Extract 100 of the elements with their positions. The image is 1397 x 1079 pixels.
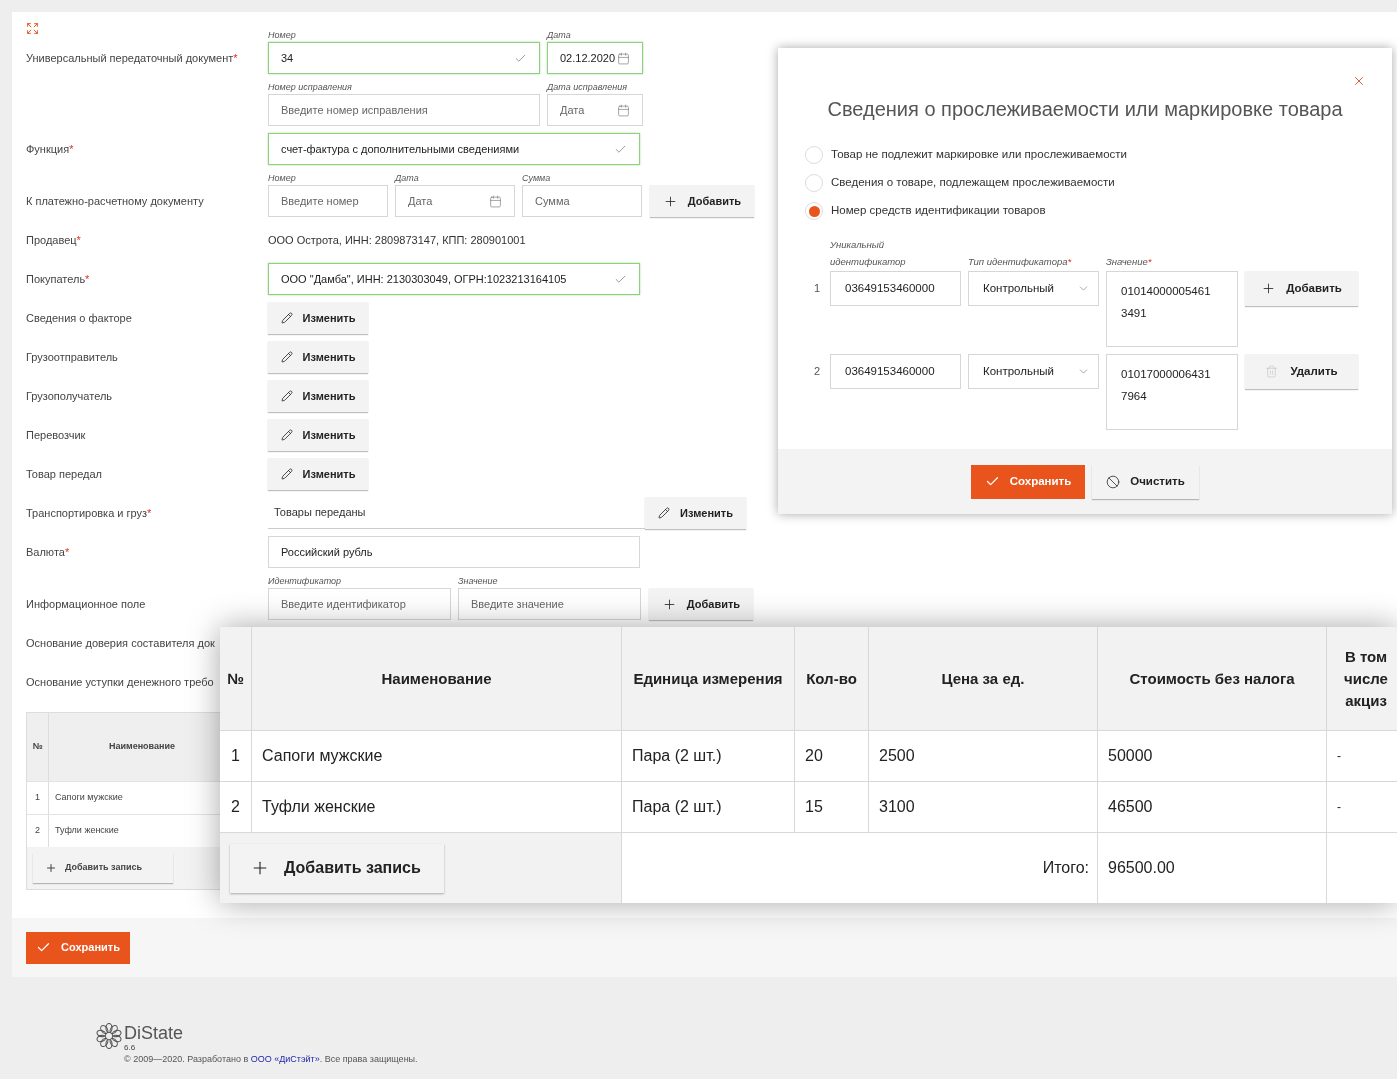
plus-icon (662, 193, 678, 209)
brand-name: DiState (124, 1023, 185, 1043)
plus-icon (661, 596, 677, 612)
calendar-icon (617, 103, 630, 117)
pencil-icon (280, 468, 293, 480)
field-caption: Номер исправления (268, 81, 353, 94)
field-label: Грузоотправитель (26, 349, 118, 365)
select-field[interactable]: Контрольный (968, 354, 1099, 389)
input-field[interactable]: 03649153460000 (830, 271, 961, 306)
input-field[interactable]: Сумма (522, 185, 642, 217)
field-label: Функция* (26, 141, 74, 157)
total-label: Итого: (1042, 858, 1089, 878)
input-field[interactable]: ООО "Дамба", ИНН: 2130303049, ОГРН:1023213164105 (268, 263, 640, 295)
column-header: Стоимость без налога (1129, 668, 1295, 689)
input-field[interactable]: Введите номер (268, 185, 388, 217)
column-header: Наименование (109, 740, 175, 754)
column-header: Наименование (381, 668, 492, 689)
edit-button[interactable]: Изменить (645, 497, 746, 529)
field-label: Универсальный передаточный документ* (26, 50, 238, 66)
date-field[interactable]: Дата (395, 185, 515, 217)
column-caption: Уникальный идентификатор (830, 238, 907, 269)
add-button[interactable]: Добавить (650, 185, 754, 217)
table-cell-text: 2500 (879, 746, 915, 766)
field-label: Транспортировка и груз* (26, 505, 152, 521)
field-label: Грузополучатель (26, 388, 113, 404)
field-caption: Значение (458, 575, 499, 588)
radio-button[interactable] (805, 174, 823, 192)
expand-icon[interactable] (26, 22, 39, 35)
edit-button[interactable]: Изменить (268, 302, 368, 334)
date-field[interactable]: 02.12.2020 (547, 42, 643, 74)
column-header: № (32, 740, 43, 754)
table-cell-text: 46500 (1108, 797, 1153, 817)
table-cell-text: 15 (805, 797, 823, 817)
date-field[interactable]: Дата (547, 94, 643, 126)
input-field[interactable]: 03649153460000 (830, 354, 961, 389)
table-cell: 1 (35, 791, 40, 805)
field-caption: Дата (547, 29, 572, 42)
table-cell: Сапоги мужские (55, 791, 123, 805)
add-button[interactable]: Добавить (649, 588, 753, 620)
calendar-icon (617, 51, 630, 65)
plus-icon (45, 862, 57, 874)
input-field[interactable]: счет-фактура с дополнительными сведениями (268, 133, 640, 165)
trash-icon (1265, 365, 1279, 378)
column-caption: Значение* (1106, 255, 1153, 269)
delete-button[interactable]: Удалить (1245, 354, 1358, 389)
edit-button[interactable]: Изменить (268, 380, 368, 412)
column-header: Единица измерения (633, 668, 783, 689)
field-label: Основание уступки денежного требо (26, 674, 214, 690)
radio-label: Товар не подлежит маркировке или прослеживаемости (831, 147, 1127, 163)
text-area[interactable]: 010170000064317964 (1106, 354, 1238, 430)
field-label: Информационное поле (26, 596, 146, 612)
add-button[interactable]: Добавить (1245, 271, 1358, 306)
table-cell-text: - (1337, 799, 1341, 816)
column-caption: Тип идентификатора* (968, 255, 1073, 269)
table-cell-text: Сапоги мужские (262, 746, 383, 766)
radio-button[interactable] (805, 202, 823, 220)
close-icon[interactable] (1352, 74, 1366, 88)
company-link[interactable]: ООО «ДиСтэйт» (250, 1054, 320, 1064)
field-caption: Номер (268, 29, 297, 42)
copyright-text: © 2009—2020. Разработано в ООО «ДиСтэйт». Все права защищены. (124, 1053, 418, 1066)
radio-button[interactable] (805, 146, 823, 164)
plus-icon (1261, 281, 1277, 296)
edit-button[interactable]: Изменить (268, 419, 368, 451)
edit-button[interactable]: Изменить (268, 341, 368, 373)
column-header: Цена за ед. (941, 668, 1025, 689)
input-field[interactable]: Российский рубль (268, 536, 640, 568)
radio-label: Сведения о товаре, подлежащем прослеживаемости (831, 175, 1115, 191)
input-field[interactable]: Введите значение (458, 588, 641, 620)
save-button[interactable]: Сохранить (971, 464, 1085, 499)
table-cell-text: 50000 (1108, 746, 1153, 766)
input-field[interactable]: Введите номер исправления (268, 94, 540, 126)
select-field[interactable]: Контрольный (968, 271, 1099, 306)
pencil-icon (658, 507, 671, 519)
field-label: Товар передал (26, 466, 102, 482)
column-header: В том числе акциз (1343, 646, 1389, 711)
ban-icon (1106, 474, 1121, 489)
save-button[interactable]: Сохранить (26, 931, 130, 964)
input-field[interactable]: Введите идентификатор (268, 588, 451, 620)
field-label: Перевозчик (26, 427, 86, 443)
text-area[interactable]: 010140000054613491 (1106, 271, 1238, 347)
column-header: Кол-во (806, 668, 857, 689)
table-cell-text: Пара (2 шт.) (632, 746, 722, 766)
table-cell-text: - (1337, 748, 1341, 765)
field-label: Продавец* (26, 232, 81, 248)
row-number: 1 (814, 281, 822, 297)
add-row-button[interactable]: Добавить запись (230, 843, 444, 893)
table-cell-text: Пара (2 шт.) (632, 797, 722, 817)
field-caption: Номер (268, 172, 297, 185)
clear-button[interactable]: Очистить (1092, 464, 1199, 499)
edit-button[interactable]: Изменить (268, 458, 368, 490)
field-label: Валюта* (26, 544, 70, 560)
field-caption: Идентификатор (268, 575, 343, 588)
table-cell: 2 (35, 824, 40, 838)
table-cell-text: 3100 (879, 797, 915, 817)
field-label: К платежно-расчетному документу (26, 193, 204, 209)
field-caption: Сумма (522, 172, 552, 185)
field-label: Сведения о факторе (26, 310, 132, 326)
pencil-icon (280, 429, 293, 441)
input-field[interactable]: 34 (268, 42, 540, 74)
table-cell-text: 2 (231, 797, 240, 817)
